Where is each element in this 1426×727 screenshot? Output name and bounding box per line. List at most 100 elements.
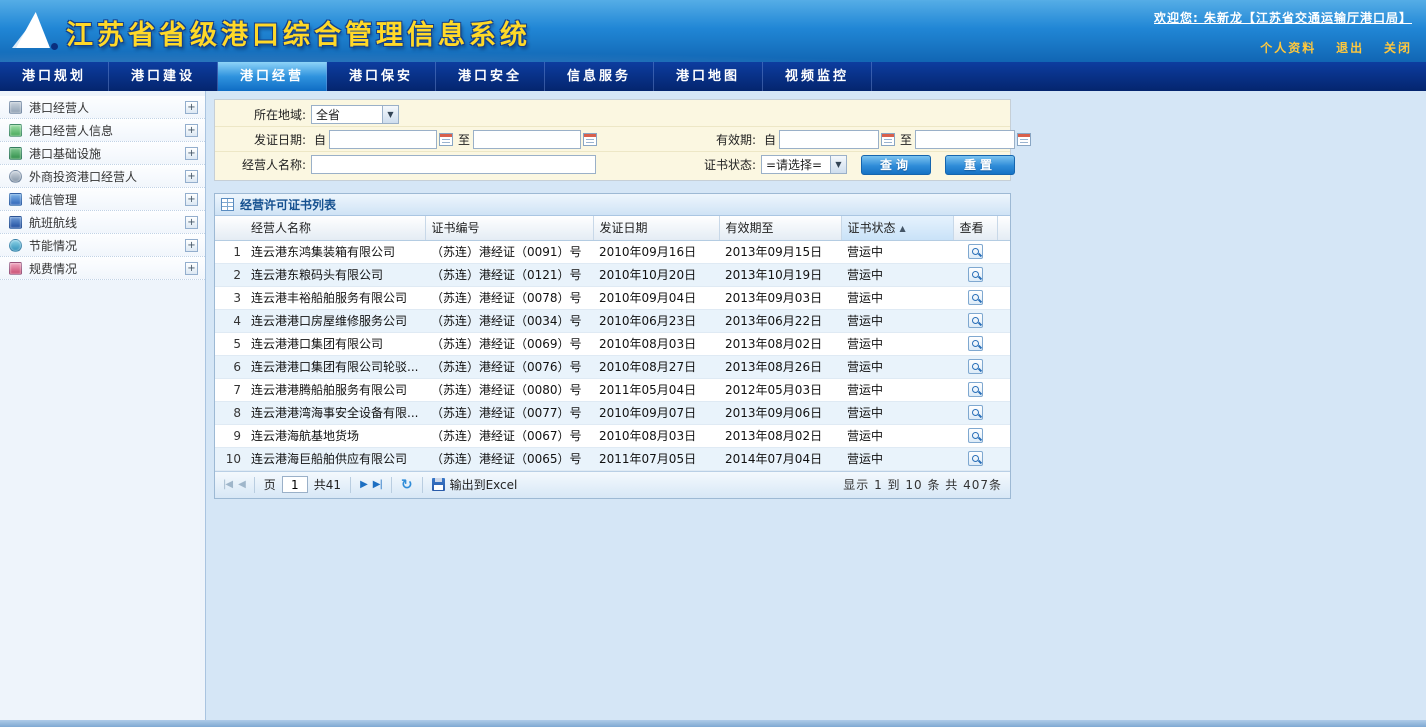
expand-icon[interactable]: +	[185, 147, 198, 160]
page-input[interactable]	[282, 476, 308, 493]
prev-page-button[interactable]	[238, 479, 245, 490]
export-excel-button[interactable]: 输出到Excel	[432, 476, 518, 493]
view-icon[interactable]	[968, 405, 983, 420]
region-label: 所在地域:	[215, 106, 311, 123]
table-row[interactable]: 2 连云港东粮码头有限公司 （苏连）港经证（0121）号 2010年10月20日…	[215, 263, 1010, 286]
col-operator-name[interactable]: 经营人名称	[245, 216, 425, 240]
page-title: 江苏省省级港口综合管理信息系统	[66, 13, 531, 52]
valid-date-from-input[interactable]	[779, 130, 879, 149]
view-icon[interactable]	[968, 336, 983, 351]
col-issue-date[interactable]: 发证日期	[593, 216, 719, 240]
calendar-icon[interactable]	[1017, 133, 1031, 146]
sidebar-item-label: 节能情况	[29, 237, 185, 254]
sidebar-item-label: 港口经营人	[29, 99, 185, 116]
table-header-row: 经营人名称 证书编号 发证日期 有效期至 证书状态▲ 查看	[215, 216, 1010, 240]
table-row[interactable]: 10 连云港海巨船舶供应有限公司 （苏连）港经证（0065）号 2011年07月…	[215, 447, 1010, 470]
view-icon[interactable]	[968, 359, 983, 374]
valid-date-to-input[interactable]	[915, 130, 1015, 149]
tab-port-map[interactable]: 港口地图	[654, 62, 763, 91]
calendar-icon[interactable]	[881, 133, 895, 146]
view-icon[interactable]	[968, 313, 983, 328]
col-cert-no[interactable]: 证书编号	[425, 216, 593, 240]
tab-port-safety[interactable]: 港口安全	[436, 62, 545, 91]
first-page-button[interactable]	[223, 479, 232, 490]
sidebar-item-label: 外商投资港口经营人	[29, 168, 185, 185]
view-icon[interactable]	[968, 382, 983, 397]
tab-video-monitor[interactable]: 视频监控	[763, 62, 872, 91]
tab-port-planning[interactable]: 港口规划	[0, 62, 109, 91]
view-icon[interactable]	[968, 451, 983, 466]
save-icon	[432, 478, 445, 491]
calendar-icon[interactable]	[583, 133, 597, 146]
last-page-button[interactable]	[373, 479, 382, 490]
expand-icon[interactable]: +	[185, 239, 198, 252]
table-row[interactable]: 1 连云港东鸿集装箱有限公司 （苏连）港经证（0091）号 2010年09月16…	[215, 240, 1010, 263]
expand-icon[interactable]: +	[185, 170, 198, 183]
sidebar-item-port-operator-info[interactable]: 港口经营人信息 +	[0, 119, 205, 142]
expand-icon[interactable]: +	[185, 124, 198, 137]
sidebar-item-energy-saving[interactable]: 节能情况 +	[0, 234, 205, 257]
view-icon[interactable]	[968, 267, 983, 282]
app-header: 江苏省省级港口综合管理信息系统 欢迎您: 朱新龙【江苏省交通运输厅港口局】 个人…	[0, 0, 1426, 62]
col-row-number	[215, 216, 245, 240]
view-icon[interactable]	[968, 428, 983, 443]
calendar-icon[interactable]	[439, 133, 453, 146]
foreign-invest-icon	[9, 170, 22, 183]
sidebar-item-foreign-invest-operator[interactable]: 外商投资港口经营人 +	[0, 165, 205, 188]
route-icon	[9, 216, 22, 229]
expand-icon[interactable]: +	[185, 193, 198, 206]
sidebar-item-label: 港口基础设施	[29, 145, 185, 162]
col-valid-until[interactable]: 有效期至	[719, 216, 841, 240]
sidebar-item-label: 规费情况	[29, 260, 185, 277]
operator-info-icon	[9, 124, 22, 137]
expand-icon[interactable]: +	[185, 216, 198, 229]
search-form: 所在地域: 全省 ▼ 发证日期: 自 至 有效期: 自	[214, 99, 1011, 181]
table-row[interactable]: 3 连云港丰裕船舶服务有限公司 （苏连）港经证（0078）号 2010年09月0…	[215, 286, 1010, 309]
table-icon	[221, 198, 234, 211]
table-row[interactable]: 7 连云港港腾船舶服务有限公司 （苏连）港经证（0080）号 2011年05月0…	[215, 378, 1010, 401]
issue-date-label: 发证日期:	[215, 131, 311, 148]
logout-link[interactable]: 退出	[1336, 41, 1364, 55]
sidebar-item-fees[interactable]: 规费情况 +	[0, 257, 205, 280]
cert-status-select[interactable]: =请选择= ▼	[761, 155, 847, 174]
table-row[interactable]: 6 连云港港口集团有限公司轮驳... （苏连）港经证（0076）号 2010年0…	[215, 355, 1010, 378]
query-button[interactable]: 查询	[861, 155, 931, 175]
close-link[interactable]: 关闭	[1384, 41, 1412, 55]
table-row[interactable]: 8 连云港港湾海事安全设备有限... （苏连）港经证（0077）号 2010年0…	[215, 401, 1010, 424]
total-pages: 共41	[314, 476, 341, 493]
col-cert-status[interactable]: 证书状态▲	[841, 216, 953, 240]
sidebar-item-port-infrastructure[interactable]: 港口基础设施 +	[0, 142, 205, 165]
tab-port-security[interactable]: 港口保安	[327, 62, 436, 91]
infrastructure-icon	[9, 147, 22, 160]
tab-port-operation[interactable]: 港口经营	[218, 62, 327, 91]
tab-info-service[interactable]: 信息服务	[545, 62, 654, 91]
main-nav: 港口规划 港口建设 港口经营 港口保安 港口安全 信息服务 港口地图 视频监控	[0, 62, 1426, 91]
pagination-bar: 页 共41 输出到Excel 显示 1 到 10 条 共 407条	[215, 471, 1010, 498]
next-page-button[interactable]	[360, 479, 367, 490]
sidebar-item-flight-route[interactable]: 航班航线 +	[0, 211, 205, 234]
refresh-button[interactable]	[401, 477, 413, 493]
table-row[interactable]: 5 连云港港口集团有限公司 （苏连）港经证（0069）号 2010年08月03日…	[215, 332, 1010, 355]
view-icon[interactable]	[968, 290, 983, 305]
expand-icon[interactable]: +	[185, 101, 198, 114]
operator-icon	[9, 101, 22, 114]
issue-date-from-input[interactable]	[329, 130, 437, 149]
tab-port-construction[interactable]: 港口建设	[109, 62, 218, 91]
expand-icon[interactable]: +	[185, 262, 198, 275]
energy-icon	[9, 239, 22, 252]
region-select[interactable]: 全省 ▼	[311, 105, 399, 124]
header-links: 个人资料 退出 关闭	[1154, 39, 1412, 56]
issue-date-to-input[interactable]	[473, 130, 581, 149]
reset-button[interactable]: 重置	[945, 155, 1015, 175]
table-row[interactable]: 9 连云港海航基地货场 （苏连）港经证（0067）号 2010年08月03日 2…	[215, 424, 1010, 447]
fee-icon	[9, 262, 22, 275]
profile-link[interactable]: 个人资料	[1260, 41, 1316, 55]
chevron-down-icon: ▼	[382, 106, 398, 123]
sidebar-item-port-operator[interactable]: 港口经营人 +	[0, 96, 205, 119]
table-row[interactable]: 4 连云港港口房屋维修服务公司 （苏连）港经证（0034）号 2010年06月2…	[215, 309, 1010, 332]
view-icon[interactable]	[968, 244, 983, 259]
sidebar-item-credit-management[interactable]: 诚信管理 +	[0, 188, 205, 211]
sidebar: 港口经营人 + 港口经营人信息 + 港口基础设施 + 外商投资港口经营人 + 诚…	[0, 91, 206, 720]
validity-label: 有效期:	[617, 131, 761, 148]
operator-name-input[interactable]	[311, 155, 596, 174]
